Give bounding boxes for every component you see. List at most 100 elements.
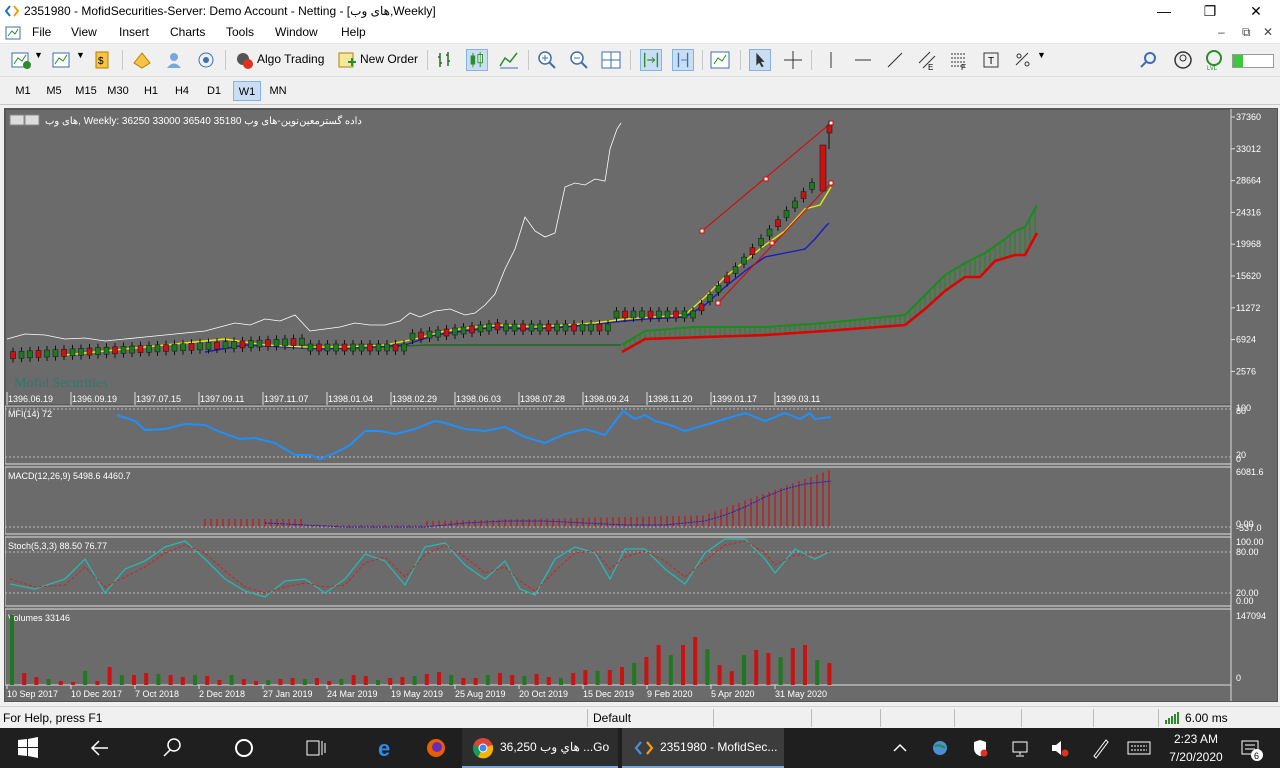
volume-bar <box>71 682 75 685</box>
candle-body <box>809 182 815 190</box>
minimize-button[interactable]: — <box>1141 0 1187 23</box>
bottom-date-label: 5 Apr 2020 <box>711 689 755 699</box>
new-order-button[interactable]: New Order <box>360 52 418 66</box>
bar-chart-icon[interactable] <box>434 49 456 71</box>
profiles-icon[interactable] <box>51 49 73 71</box>
auto-scroll-icon[interactable] <box>640 49 662 71</box>
maximize-button[interactable]: ❐ <box>1187 0 1233 23</box>
taskbar-clock-date[interactable]: 7/20/2020 <box>1166 750 1226 764</box>
templates-icon[interactable] <box>709 49 731 71</box>
timeframe-m30[interactable]: M30 <box>104 81 132 101</box>
menu-insert[interactable]: Insert <box>119 25 149 39</box>
line-chart-icon[interactable] <box>498 49 520 71</box>
trendline-handle[interactable] <box>763 176 769 182</box>
close-button[interactable]: ✕ <box>1233 0 1279 23</box>
trendline-handle[interactable] <box>828 120 834 126</box>
status-help-text: For Help, press F1 <box>3 711 103 725</box>
menu-help[interactable]: Help <box>341 25 366 39</box>
candlestick-chart-icon[interactable] <box>466 49 488 71</box>
terminal-icon[interactable] <box>163 49 185 71</box>
algo-trading-button[interactable]: Algo Trading <box>257 52 324 66</box>
firefox-icon[interactable] <box>424 728 448 768</box>
keyboard-icon[interactable] <box>1126 728 1152 768</box>
timeframe-m1[interactable]: M1 <box>10 81 36 101</box>
new-chart-icon[interactable] <box>10 49 32 71</box>
pen-workspace-icon[interactable] <box>1090 728 1110 768</box>
timeframe-w1[interactable]: W1 <box>233 81 261 101</box>
signals-icon[interactable] <box>195 49 217 71</box>
network-globe-icon[interactable] <box>930 728 950 768</box>
navigator-icon[interactable] <box>131 49 153 71</box>
trendline-handle[interactable] <box>828 180 834 186</box>
crosshair-icon[interactable] <box>782 49 804 71</box>
cortana-icon[interactable] <box>232 728 256 768</box>
equidistant-channel-icon[interactable]: E <box>916 49 938 71</box>
volume-bar <box>644 657 649 685</box>
taskbar-chrome-item[interactable]: هاي وب 36,250 ...Go <box>462 728 618 768</box>
algo-trading-icon[interactable] <box>233 49 255 71</box>
timeframe-h1[interactable]: H1 <box>138 81 164 101</box>
timeframe-m5[interactable]: M5 <box>41 81 67 101</box>
trendline-icon[interactable] <box>884 49 906 71</box>
fibonacci-icon[interactable]: F <box>948 49 970 71</box>
timeframe-d1[interactable]: D1 <box>201 81 227 101</box>
horizontal-line-icon[interactable] <box>852 49 874 71</box>
menu-view[interactable]: View <box>71 25 97 39</box>
menu-file[interactable]: File <box>32 25 51 39</box>
status-profile[interactable]: Default <box>593 711 631 725</box>
signal-level-icon[interactable]: LVL <box>1203 49 1225 71</box>
volume-muted-icon[interactable] <box>1050 728 1070 768</box>
timeframe-m15[interactable]: M15 <box>72 81 100 101</box>
timeframe-mn[interactable]: MN <box>265 81 291 101</box>
chart-shift-icon[interactable] <box>672 49 694 71</box>
dropdown-arrow-icon[interactable]: ▼ <box>76 50 85 60</box>
candle-body <box>819 144 827 192</box>
child-minimize-button[interactable]: – <box>1218 25 1225 39</box>
task-view-icon[interactable] <box>304 728 328 768</box>
cursor-icon[interactable] <box>749 49 771 71</box>
search-icon[interactable] <box>160 728 184 768</box>
shapes-icon[interactable] <box>1012 49 1034 71</box>
notifications-icon[interactable]: 6 <box>1238 728 1266 768</box>
connection-status-icon[interactable] <box>1165 712 1181 724</box>
dropdown-arrow-icon[interactable]: ▼ <box>34 50 43 60</box>
taskbar-metatrader-item[interactable]: 2351980 - MofidSec... <box>622 728 784 768</box>
child-restore-button[interactable]: ⧉ <box>1242 25 1251 40</box>
trendline-handle[interactable] <box>715 300 721 306</box>
trendline-handle[interactable] <box>769 240 775 246</box>
dropdown-arrow-icon[interactable]: ▼ <box>1037 50 1046 60</box>
taskbar-clock-time[interactable]: 2:23 AM <box>1166 732 1226 746</box>
security-shield-icon[interactable] <box>970 728 990 768</box>
menu-charts[interactable]: Charts <box>170 25 205 39</box>
menu-window[interactable]: Window <box>275 25 318 39</box>
network-status-icon[interactable] <box>1010 728 1030 768</box>
tile-windows-icon[interactable] <box>600 49 622 71</box>
volume-bar <box>10 615 14 685</box>
chart-canvas[interactable]: های وب, Weekly: 36250 33000 36540 35180 … <box>5 109 1277 701</box>
trendline-handle[interactable] <box>699 228 705 234</box>
show-hidden-icons-chevron-icon[interactable] <box>890 728 910 768</box>
volume-bar <box>34 677 39 685</box>
bottom-date-label: 31 May 2020 <box>775 689 827 699</box>
back-arrow-icon[interactable] <box>88 728 112 768</box>
market-watch-icon[interactable]: $ <box>92 49 114 71</box>
account-icon[interactable] <box>1172 49 1194 71</box>
timeframe-h4[interactable]: H4 <box>169 81 195 101</box>
search-icon[interactable] <box>1138 49 1160 71</box>
edge-browser-icon[interactable]: e <box>376 728 400 768</box>
timeframe-bar: M1 M5 M15 M30 H1 H4 D1 W1 MN <box>0 77 1280 105</box>
chart-window-icon[interactable] <box>5 26 21 40</box>
child-close-button[interactable]: ✕ <box>1263 25 1273 39</box>
vertical-line-icon[interactable] <box>820 49 842 71</box>
zoom-out-icon[interactable] <box>568 49 590 71</box>
new-order-icon[interactable] <box>336 49 358 71</box>
menu-tools[interactable]: Tools <box>226 25 254 39</box>
volume-bar <box>22 673 27 685</box>
zoom-in-icon[interactable] <box>536 49 558 71</box>
windows-start-icon[interactable] <box>16 728 40 768</box>
volume-bar <box>607 670 612 685</box>
bottom-date-label: 9 Feb 2020 <box>647 689 693 699</box>
chart-window[interactable]: های وب, Weekly: 36250 33000 36540 35180 … <box>4 108 1278 702</box>
text-label-icon[interactable]: T <box>980 49 1002 71</box>
date-tick-label: 1398.09.24 <box>584 394 629 404</box>
